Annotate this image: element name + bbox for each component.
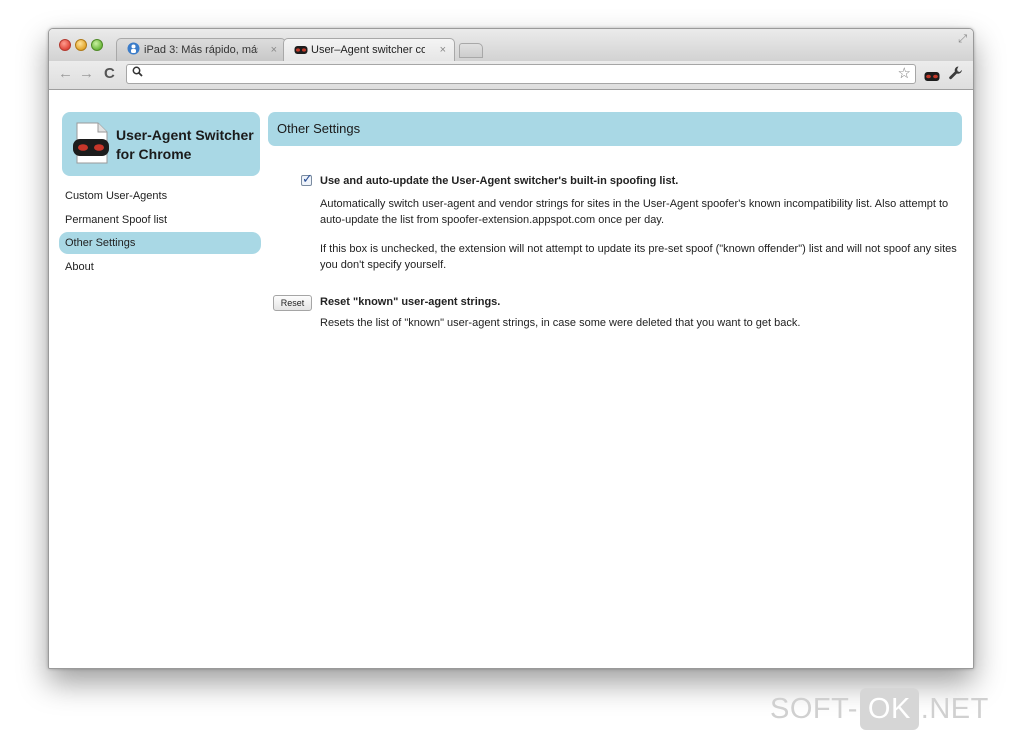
star-icon[interactable]: ☆ [898, 65, 911, 83]
tab-label: iPad 3: Más rápido, más nítid [144, 44, 258, 56]
forward-arrow-icon[interactable]: → [79, 66, 94, 82]
tab-close-icon[interactable]: × [440, 39, 446, 61]
spoofing-list-description: Automatically switch user-agent and vend… [320, 198, 949, 226]
reset-button[interactable]: Reset [273, 295, 312, 311]
sidebar-item-custom-user-agents[interactable]: Custom User-Agents [59, 185, 261, 207]
reset-label: Reset "known" user-agent strings. [320, 296, 501, 308]
tab-user-agent-switcher[interactable]: User–Agent switcher configu × [283, 38, 455, 61]
sidebar-item-about[interactable]: About [59, 256, 261, 278]
reload-icon[interactable]: C [104, 66, 115, 82]
tab-close-icon[interactable]: × [271, 39, 277, 61]
sidebar-item-other-settings[interactable]: Other Settings [59, 232, 261, 255]
section-header: Other Settings [268, 112, 962, 146]
brand-title: User-Agent Switcher for Chrome [116, 127, 254, 162]
new-tab-button[interactable] [459, 43, 483, 58]
browser-toolbar: ← → C ☆ [49, 61, 973, 90]
back-arrow-icon[interactable]: ← [58, 66, 73, 82]
tab-label: User–Agent switcher configu [311, 44, 425, 56]
tab-ipad[interactable]: iPad 3: Más rápido, más nítid × [116, 38, 286, 61]
brand-header: User-Agent Switcher for Chrome [62, 112, 260, 176]
section-title: Other Settings [277, 121, 361, 136]
sidebar-nav: Custom User-Agents Permanent Spoof list … [59, 185, 261, 279]
minimize-window-button[interactable] [75, 39, 87, 51]
address-bar[interactable]: ☆ [126, 64, 916, 84]
watermark-logo: SOFT- OK .NET [770, 688, 989, 730]
wrench-icon[interactable] [948, 65, 964, 85]
spoofing-list-label: Use and auto-update the User-Agent switc… [320, 175, 679, 187]
close-window-button[interactable] [59, 39, 71, 51]
zoom-window-button[interactable] [91, 39, 103, 51]
ipad-site-icon [127, 41, 141, 55]
page-content: User-Agent Switcher for Chrome Custom Us… [49, 90, 973, 668]
checkmark-icon: ✓ [302, 171, 313, 186]
search-icon [132, 66, 143, 80]
spoofing-list-note: If this box is unchecked, the extension … [320, 243, 957, 271]
mask-icon [294, 41, 308, 54]
spoofing-list-checkbox[interactable]: ✓ [301, 171, 313, 186]
title-bar: iPad 3: Más rápido, más nítid × User–Age… [49, 29, 973, 61]
browser-window: iPad 3: Más rápido, más nítid × User–Age… [48, 28, 974, 669]
reset-description: Resets the list of "known" user-agent st… [320, 317, 801, 329]
sidebar-item-permanent-spoof-list[interactable]: Permanent Spoof list [59, 209, 261, 231]
mask-document-icon [72, 122, 110, 169]
mask-extension-icon[interactable] [924, 69, 940, 87]
fullscreen-icon[interactable]: ⤢ [958, 33, 967, 46]
